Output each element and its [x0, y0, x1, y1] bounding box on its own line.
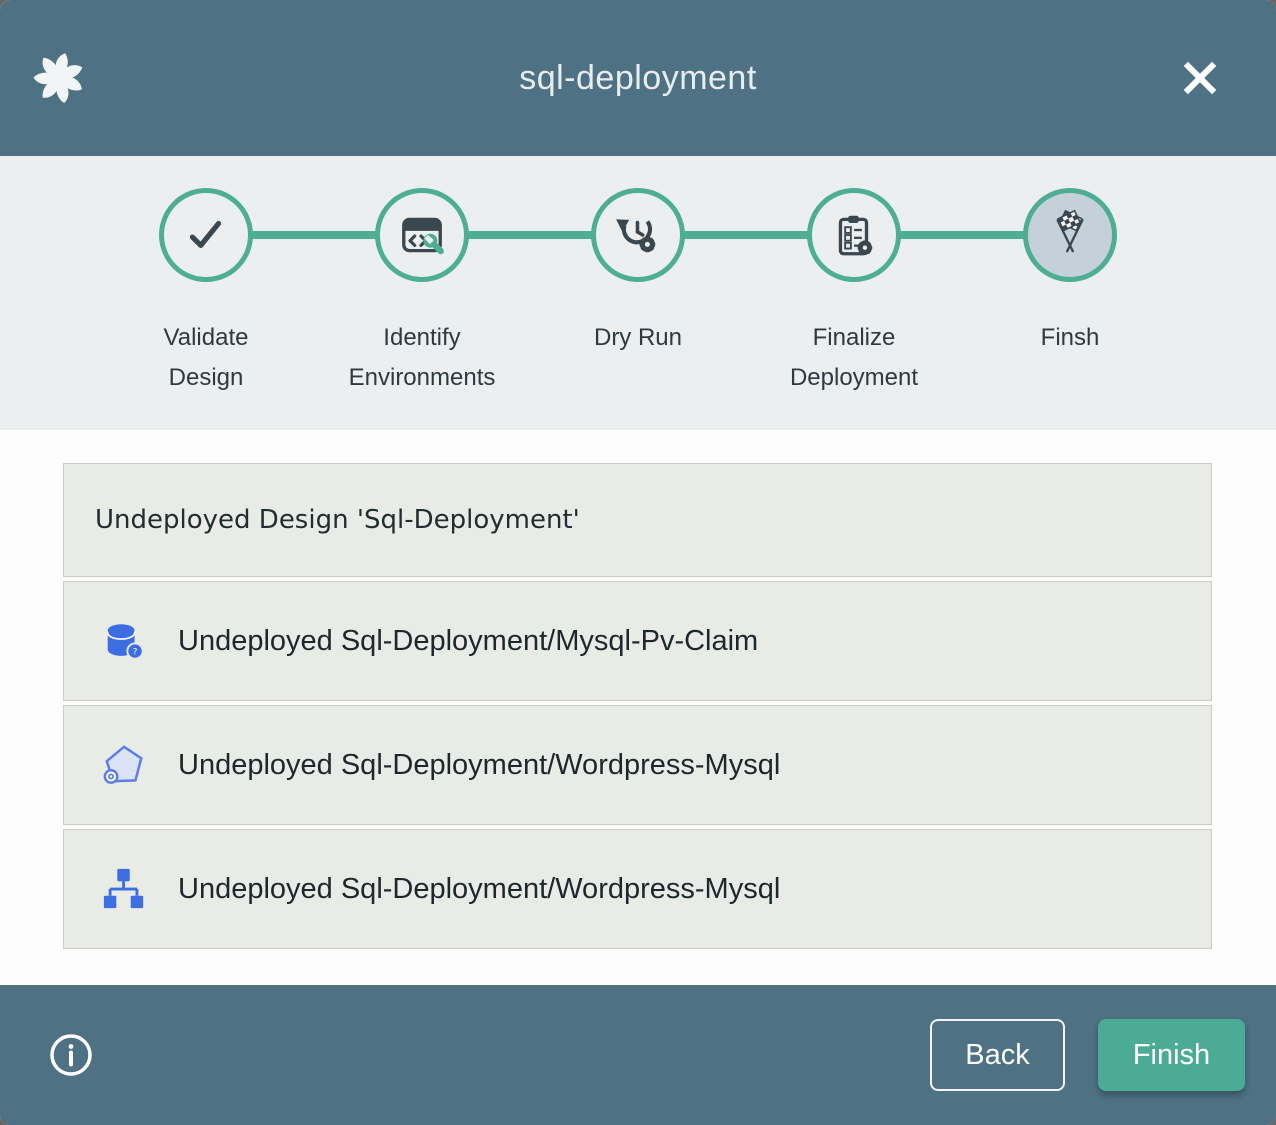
step-dry-run: Dry Run [530, 188, 746, 398]
list-item: Undeployed Sql-Deployment/Wordpress-Mysq… [63, 705, 1212, 825]
step-label: Finsh [988, 318, 1152, 358]
step-label: Validate Design [124, 318, 288, 398]
tree-icon [101, 866, 147, 912]
status-text: Undeployed Sql-Deployment/Mysql-Pv-Claim [178, 625, 758, 658]
step-circle-validate-design[interactable] [159, 188, 253, 282]
list-item: ? Undeployed Sql-Deployment/Mysql-Pv-Cla… [63, 581, 1212, 701]
close-button[interactable] [1176, 54, 1224, 102]
code-wrench-icon [397, 210, 447, 260]
step-circle-finalize-deployment[interactable] [807, 188, 901, 282]
dialog-footer: Back Finish [0, 985, 1276, 1125]
deployment-wizard-dialog: sql-deployment Validate Design [0, 0, 1276, 1125]
step-identify-environments: Identify Environments [314, 188, 530, 398]
step-circle-finish[interactable] [1023, 188, 1117, 282]
status-text: Undeployed Sql-Deployment/Wordpress-Mysq… [178, 749, 780, 782]
step-label: Dry Run [556, 318, 720, 358]
checklist-gear-icon [829, 210, 879, 260]
info-button[interactable] [48, 1032, 94, 1078]
list-item: Undeployed Design 'Sql-Deployment' [63, 463, 1212, 577]
status-panel: Undeployed Design 'Sql-Deployment' ? Und… [0, 430, 1276, 985]
list-item: Undeployed Sql-Deployment/Wordpress-Mysq… [63, 829, 1212, 949]
pentagon-icon [101, 742, 147, 788]
wizard-stepper: Validate Design Identify Environments [0, 156, 1276, 430]
status-text: Undeployed Design 'Sql-Deployment' [95, 505, 580, 535]
step-label: Finalize Deployment [772, 318, 936, 398]
pinwheel-logo-icon [30, 49, 88, 107]
finish-button[interactable]: Finish [1098, 1019, 1245, 1091]
step-validate-design: Validate Design [98, 188, 314, 398]
dialog-header: sql-deployment [0, 0, 1276, 156]
close-icon [1176, 54, 1224, 102]
history-gear-icon [613, 210, 663, 260]
check-icon [181, 210, 231, 260]
finish-flags-icon [1043, 208, 1097, 262]
step-circle-dry-run[interactable] [591, 188, 685, 282]
svg-text:?: ? [133, 647, 138, 657]
back-button[interactable]: Back [930, 1019, 1065, 1091]
status-text: Undeployed Sql-Deployment/Wordpress-Mysq… [178, 873, 780, 906]
page-title: sql-deployment [519, 59, 757, 98]
status-list: Undeployed Design 'Sql-Deployment' ? Und… [63, 463, 1212, 949]
database-icon: ? [101, 618, 147, 664]
step-finalize-deployment: Finalize Deployment [746, 188, 962, 398]
step-label: Identify Environments [340, 318, 504, 398]
info-icon [48, 1032, 94, 1078]
step-circle-identify-environments[interactable] [375, 188, 469, 282]
step-finish: Finsh [962, 188, 1178, 398]
